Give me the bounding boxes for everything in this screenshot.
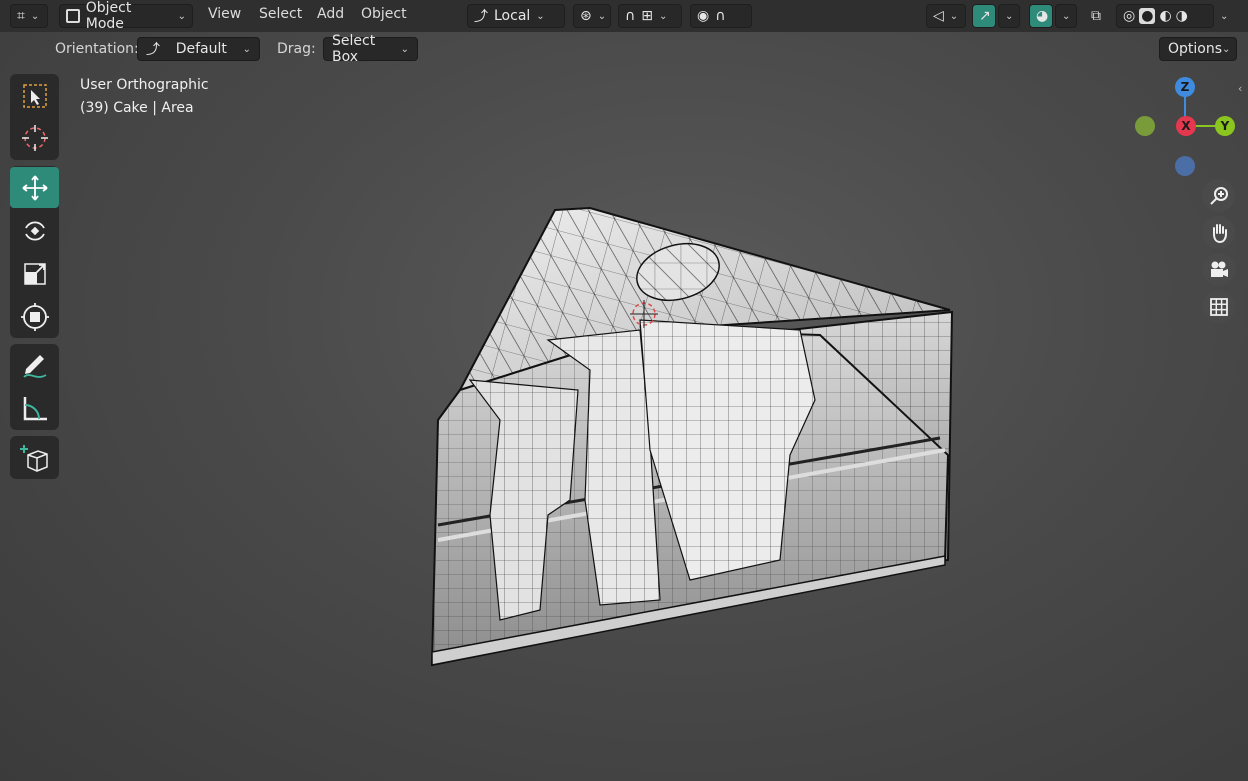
menu-object[interactable]: Object (361, 6, 407, 22)
xray-icon: ⧉ (1091, 8, 1101, 24)
chevron-down-icon: ⌄ (597, 10, 607, 22)
snap-increment-icon: ⊞ (641, 8, 653, 24)
shading-mode-group[interactable]: ◎ ● ◐ ◑ (1116, 4, 1214, 28)
orientation-dropdown[interactable]: ⤴ Default ⌄ (137, 37, 260, 61)
transform-orientation-dropdown[interactable]: ⤴ Local ⌄ (467, 4, 565, 28)
scale-tool[interactable] (10, 253, 59, 294)
object-mode-icon (66, 9, 80, 23)
select-tool-group (10, 74, 59, 160)
chevron-down-icon: ⌄ (242, 43, 251, 55)
proportional-edit-icon: ◉ (697, 8, 710, 24)
scale-icon (23, 262, 46, 285)
hand-pan-icon (1212, 223, 1227, 243)
menu-view[interactable]: View (208, 6, 241, 22)
chevron-down-icon: ⌄ (30, 10, 40, 22)
gizmo-icon: ↗ (979, 8, 991, 24)
pan-button[interactable] (1202, 216, 1235, 249)
object-info: (39) Cake | Area (80, 100, 194, 116)
overlays-icon: ◕ (1036, 8, 1049, 24)
add-cube-icon (19, 444, 48, 472)
select-box-icon (22, 83, 47, 108)
magnet-icon: ∩ (625, 8, 636, 24)
rotate-tool[interactable] (10, 210, 59, 251)
orientation-label: Orientation: (55, 41, 139, 57)
snapping-group[interactable]: ∩ ⊞ ⌄ (618, 4, 682, 28)
chevron-down-icon: ⌄ (1220, 10, 1229, 22)
solid-shading-icon[interactable]: ● (1139, 8, 1156, 24)
options-dropdown[interactable]: Options ⌄ (1159, 37, 1237, 61)
drag-dropdown[interactable]: Select Box ⌄ (323, 33, 418, 65)
annotate-tool-group (10, 344, 59, 430)
grid-ortho-icon (1209, 297, 1228, 316)
move-icon (21, 174, 48, 201)
pivot-point-dropdown[interactable]: ⊛ ⌄ (573, 4, 611, 28)
zoom-button[interactable] (1202, 179, 1235, 212)
select-box-tool[interactable] (10, 75, 59, 116)
gizmo-neg-y-axis[interactable] (1135, 116, 1155, 136)
material-shading-icon[interactable]: ◐ (1159, 8, 1171, 24)
3d-viewport[interactable]: User Orthographic (39) Cake | Area (0, 0, 1248, 781)
visibility-dropdown[interactable]: ◁ ⌄ (926, 4, 966, 28)
chevron-down-icon: ⌄ (658, 10, 668, 22)
orientation-label: Local (494, 8, 531, 24)
transform-tool[interactable] (10, 296, 59, 337)
menu-add[interactable]: Add (317, 6, 344, 22)
transform-tool-group (10, 166, 59, 338)
gizmo-z-axis[interactable]: Z (1175, 77, 1195, 97)
gizmo-neg-z-axis[interactable] (1175, 156, 1195, 176)
orientation-axis-icon: ⤴ (146, 42, 160, 58)
gizmo-dropdown[interactable]: ⌄ (998, 4, 1020, 28)
ortho-toggle-button[interactable] (1202, 290, 1235, 323)
gizmo-toggle-button[interactable]: ↗ (972, 4, 996, 28)
measure-ruler-icon (23, 396, 47, 420)
menu-select[interactable]: Select (259, 6, 302, 22)
add-tool-group (10, 436, 59, 479)
xray-toggle-button[interactable]: ⧉ (1085, 4, 1109, 28)
orientation-value: Default (175, 41, 227, 57)
cursor-tool[interactable] (10, 117, 59, 158)
annotate-tool[interactable] (10, 345, 59, 386)
tool-settings-bar: Orientation: ⤴ Default ⌄ Drag: Select Bo… (0, 32, 1248, 95)
add-cube-tool[interactable] (10, 437, 59, 478)
options-label: Options (1168, 41, 1223, 57)
editor-type-button[interactable]: ⌗ ⌄ (10, 4, 48, 28)
rotate-icon (24, 221, 45, 240)
viewport-header: ⌗ ⌄ Object Mode ⌄ View Select Add Object … (0, 0, 1248, 32)
gizmo-y-axis[interactable]: Y (1215, 116, 1235, 136)
chevron-down-icon: ⌄ (177, 10, 186, 22)
view-name: User Orthographic (80, 77, 209, 93)
grid-editor-icon: ⌗ (17, 8, 25, 24)
proportional-editing-group[interactable]: ◉ ∩ (690, 4, 752, 28)
wireframe-shading-icon[interactable]: ◎ (1123, 8, 1135, 24)
zoom-icon (1209, 186, 1228, 205)
chevron-down-icon: ⌄ (1005, 10, 1014, 22)
mode-label: Object Mode (85, 0, 132, 32)
pivot-icon: ⊛ (580, 8, 592, 24)
overlays-dropdown[interactable]: ⌄ (1055, 4, 1077, 28)
eye-selectable-icon: ◁ (933, 8, 944, 24)
gizmo-x-axis[interactable]: X (1176, 116, 1196, 136)
mode-dropdown[interactable]: Object Mode ⌄ (59, 0, 193, 32)
chevron-down-icon: ⌄ (949, 10, 959, 22)
rendered-shading-icon[interactable]: ◑ (1176, 8, 1188, 24)
camera-icon (1210, 261, 1228, 277)
overlays-toggle-button[interactable]: ◕ (1029, 4, 1053, 28)
camera-view-button[interactable] (1202, 253, 1235, 286)
drag-value: Select Box (332, 33, 376, 65)
shading-dropdown[interactable]: ⌄ (1214, 4, 1236, 28)
move-tool[interactable] (10, 167, 59, 208)
chevron-down-icon: ⌄ (1062, 10, 1071, 22)
local-axis-icon: ⤴ (474, 9, 488, 25)
cursor-icon (21, 124, 48, 151)
chevron-down-icon: ⌄ (536, 10, 545, 22)
transform-icon (20, 302, 49, 331)
chevron-down-icon: ⌄ (400, 43, 409, 55)
annotate-pencil-icon (22, 354, 46, 378)
measure-tool[interactable] (10, 387, 59, 428)
chevron-down-icon: ⌄ (1222, 43, 1231, 55)
falloff-curve-icon: ∩ (715, 8, 726, 24)
cake-mesh[interactable] (0, 0, 1248, 781)
drag-label: Drag: (277, 41, 316, 57)
